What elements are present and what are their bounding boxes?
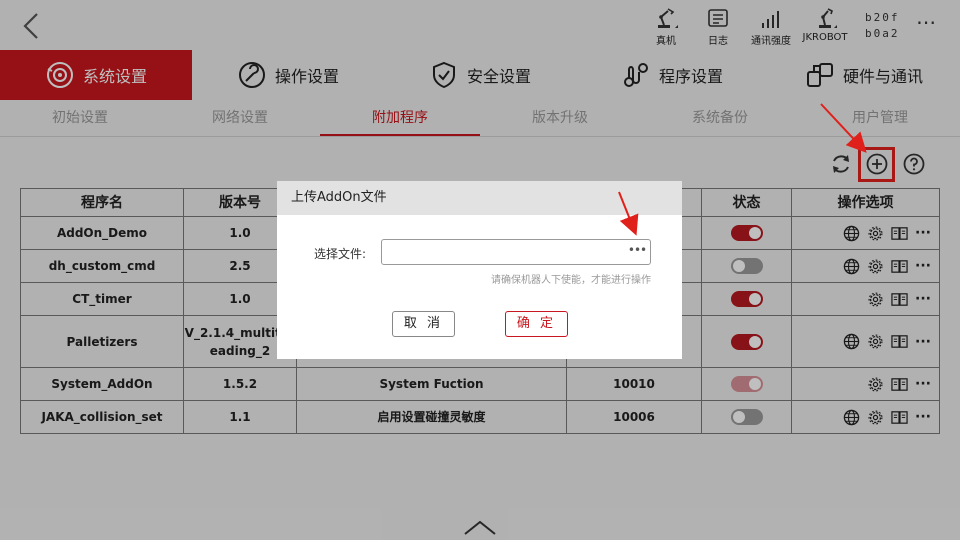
browse-file-button[interactable]: ••• — [627, 243, 647, 259]
file-path-input[interactable] — [381, 239, 651, 265]
confirm-button[interactable]: 确 定 — [505, 311, 568, 337]
hint-text: 请确保机器人下使能，才能进行操作 — [491, 275, 651, 286]
dialog-title: 上传AddOn文件 — [277, 181, 682, 215]
cancel-button[interactable]: 取 消 — [392, 311, 455, 337]
upload-addon-dialog: 上传AddOn文件 选择文件: ••• 请确保机器人下使能，才能进行操作 取 消… — [277, 181, 682, 359]
select-file-label: 选择文件: — [314, 247, 367, 261]
